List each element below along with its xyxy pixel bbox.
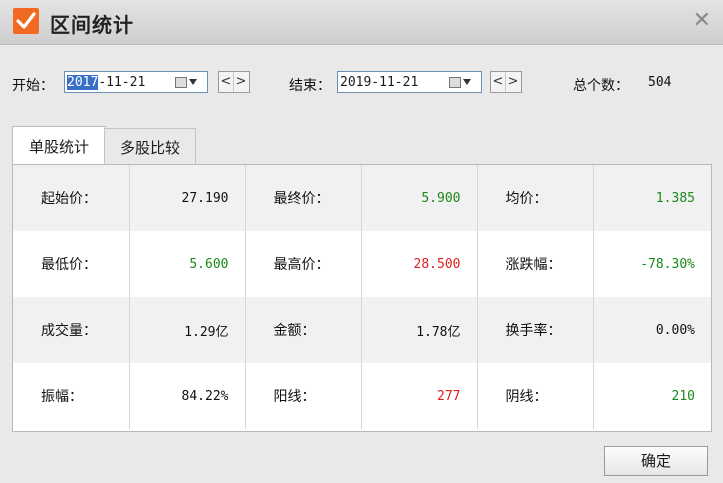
stat-value: 277 [361,363,478,429]
stats-table: 起始价： 27.190 最终价： 5.900 均价： 1.385 最低价： 5.600 最高价：… [13,165,711,429]
dropdown-arrow-icon [189,79,197,85]
stat-value: 0.00% [593,297,711,363]
stat-label: 换手率： [477,297,594,363]
stat-label: 起始价： [13,165,130,231]
end-date-value[interactable]: 2019-11-21 [338,75,418,90]
stat-value: 28.500 [361,231,478,297]
stat-value: 84.22% [129,363,246,429]
end-date-picker[interactable]: 2019-11-21 [337,71,482,93]
checkmark-logo-icon [13,8,39,34]
dropdown-arrow-icon [463,79,471,85]
start-next-button[interactable]: > [233,72,248,92]
calendar-icon [449,76,461,88]
stats-row: 振幅： 84.22% 阳线： 277 阴线： 210 [13,363,711,429]
stat-value: 1.29亿 [129,297,246,363]
start-date-nav: < > [218,71,250,93]
stat-label: 最终价： [245,165,362,231]
stat-label: 最低价： [13,231,130,297]
close-icon[interactable]: ✕ [693,8,711,33]
stat-label: 均价： [477,165,594,231]
start-label: 开始： [12,78,54,94]
tab-multi-stock-compare[interactable]: 多股比较 [104,128,196,165]
stat-value: 27.190 [129,165,246,231]
stat-value: 1.385 [593,165,711,231]
stat-label: 成交量： [13,297,130,363]
end-date-nav: < > [490,71,522,93]
start-year-selected[interactable]: 2017 [67,74,99,90]
tab-single-stock[interactable]: 单股统计 [12,126,106,165]
ok-button[interactable]: 确定 [604,446,708,476]
stats-row: 起始价： 27.190 最终价： 5.900 均价： 1.385 [13,165,711,231]
total-count-value: 504 [648,75,672,90]
total-count-label: 总个数： [573,78,629,94]
end-label: 结束： [289,78,331,94]
stats-row: 成交量： 1.29亿 金额： 1.78亿 换手率： 0.00% [13,297,711,363]
end-next-button[interactable]: > [505,72,520,92]
calendar-icon [175,76,187,88]
stat-value: 1.78亿 [361,297,478,363]
start-date-rest: -11-21 [98,74,146,90]
window-title: 区间统计 [50,13,134,37]
stat-value: 210 [671,388,695,404]
end-calendar-dropdown[interactable] [449,74,477,90]
stats-row: 最低价： 5.600 最高价： 28.500 涨跌幅： -78.30% [13,231,711,297]
stat-label: 振幅： [13,363,130,429]
start-date-picker[interactable]: 2017-11-21 [64,71,208,93]
start-prev-button[interactable]: < [219,72,233,92]
end-prev-button[interactable]: < [491,72,505,92]
stat-label: 最高价： [245,231,362,297]
stat-value: -78.30% [640,256,695,272]
stat-label: 阴线： [477,363,594,429]
start-calendar-dropdown[interactable] [175,74,203,90]
stat-label: 阳线： [245,363,362,429]
title-bar: 区间统计 ✕ [0,0,723,45]
stat-label: 涨跌幅： [477,231,594,297]
stat-label: 金额： [245,297,362,363]
stat-value: 5.900 [361,165,478,231]
stats-panel: 起始价： 27.190 最终价： 5.900 均价： 1.385 最低价： 5.600 最高价：… [12,164,712,432]
stat-value: 5.600 [129,231,246,297]
